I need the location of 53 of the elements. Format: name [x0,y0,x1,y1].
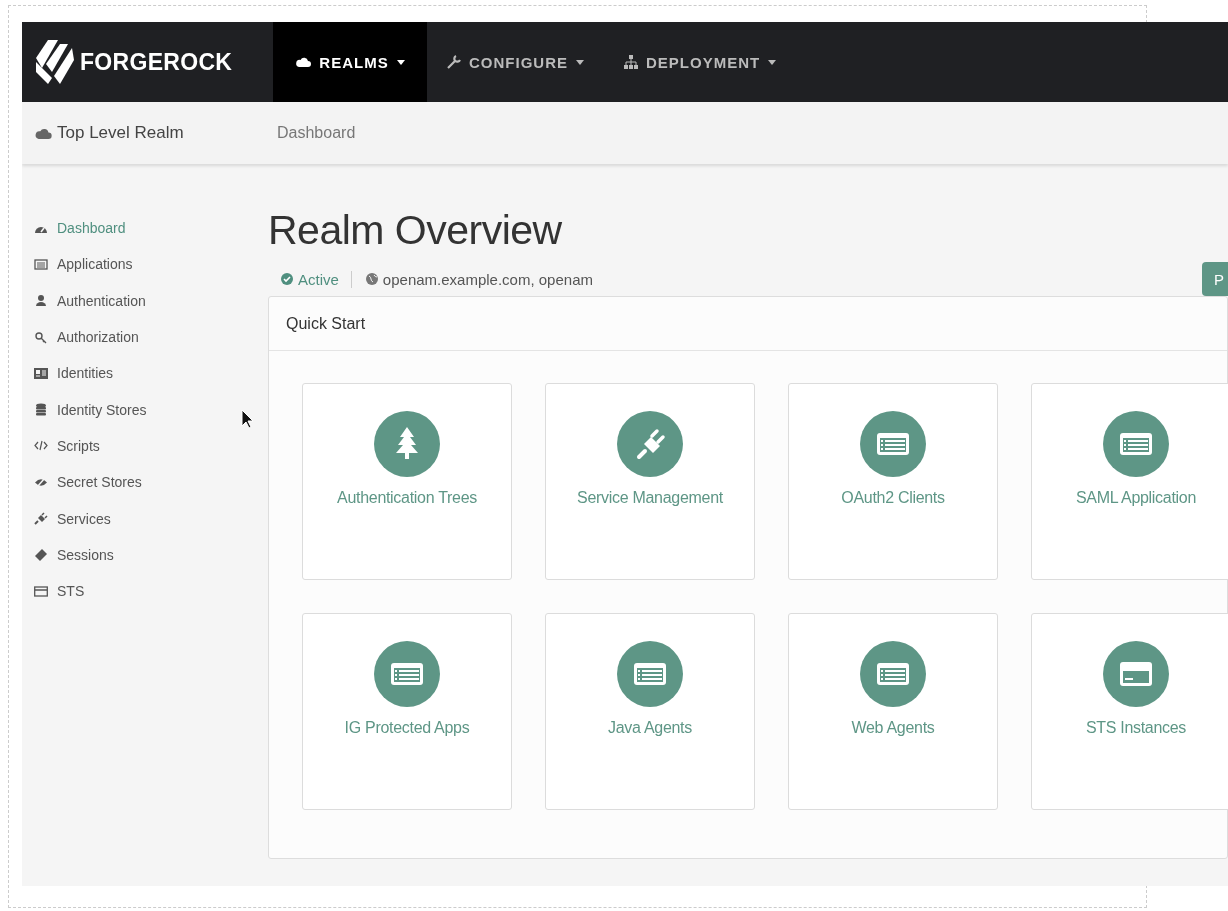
host-label: openam.example.com, openam [382,270,593,288]
sidebar-item[interactable]: Applications [34,246,268,283]
quick-start-card[interactable]: Java Agents [545,613,755,810]
database-icon [34,403,48,417]
logo-icon [34,38,76,86]
sidebar-item[interactable]: Scripts [34,427,268,465]
caret-icon [396,59,405,65]
id-card-icon [34,366,48,380]
breadcrumb-link[interactable]: Dashboard [277,124,356,142]
sidebar-item[interactable]: Authorization [34,318,268,356]
sidebar-item[interactable]: STS [34,572,268,610]
logo-text: FORGEROCK [80,48,233,76]
sidebar-item[interactable]: Services [34,500,268,537]
sitemap-icon [624,55,638,69]
realm-name: Top Level Realm [57,123,184,143]
quick-start-card[interactable]: Service Management [545,383,755,580]
cloud-icon [34,126,52,140]
sidebar-item[interactable]: Authentication [34,282,268,319]
wrench-icon [447,55,461,69]
list-window-icon [34,257,48,271]
user-icon [34,294,48,308]
list-window-icon [374,641,440,707]
plug-icon [34,512,48,525]
sidebar-item[interactable]: Identities [34,355,268,392]
quick-start-card[interactable]: STS Instances [1031,613,1228,810]
list-window-icon [860,641,926,707]
sidebar-item[interactable]: Secret Stores [34,464,268,501]
pointer-cursor-icon [241,409,255,429]
nav-menu[interactable]: CONFIGURE [427,22,604,102]
plug-icon [617,411,683,477]
sidebar-item[interactable]: Dashboard [34,210,268,247]
check-circle-icon [281,273,293,285]
credit-card-icon [34,584,48,598]
list-window-icon [617,641,683,707]
caret-icon [768,59,777,65]
list-window-icon [1103,411,1169,477]
list-window-icon [860,411,926,477]
caret-icon [576,59,584,65]
nav-menu[interactable]: DEPLOYMENT [604,22,797,102]
nav-menu[interactable]: REALMS [273,22,427,102]
quick-start-card[interactable]: Authentication Trees [302,383,512,580]
status-label: Active [298,270,339,288]
cloud-icon [295,56,312,68]
page-title: Realm Overview [268,206,563,255]
credit-card-icon [1103,641,1169,707]
quick-start-card[interactable]: SAML Application [1031,383,1228,580]
ticket-icon [34,548,48,562]
code-icon [34,439,48,453]
sidebar-item[interactable]: Identity Stores [34,391,268,428]
quick-start-card[interactable]: Web Agents [788,613,998,810]
panel-title: Quick Start [269,297,1227,351]
sidebar-item[interactable]: Sessions [34,536,268,573]
tree-icon [374,411,440,477]
